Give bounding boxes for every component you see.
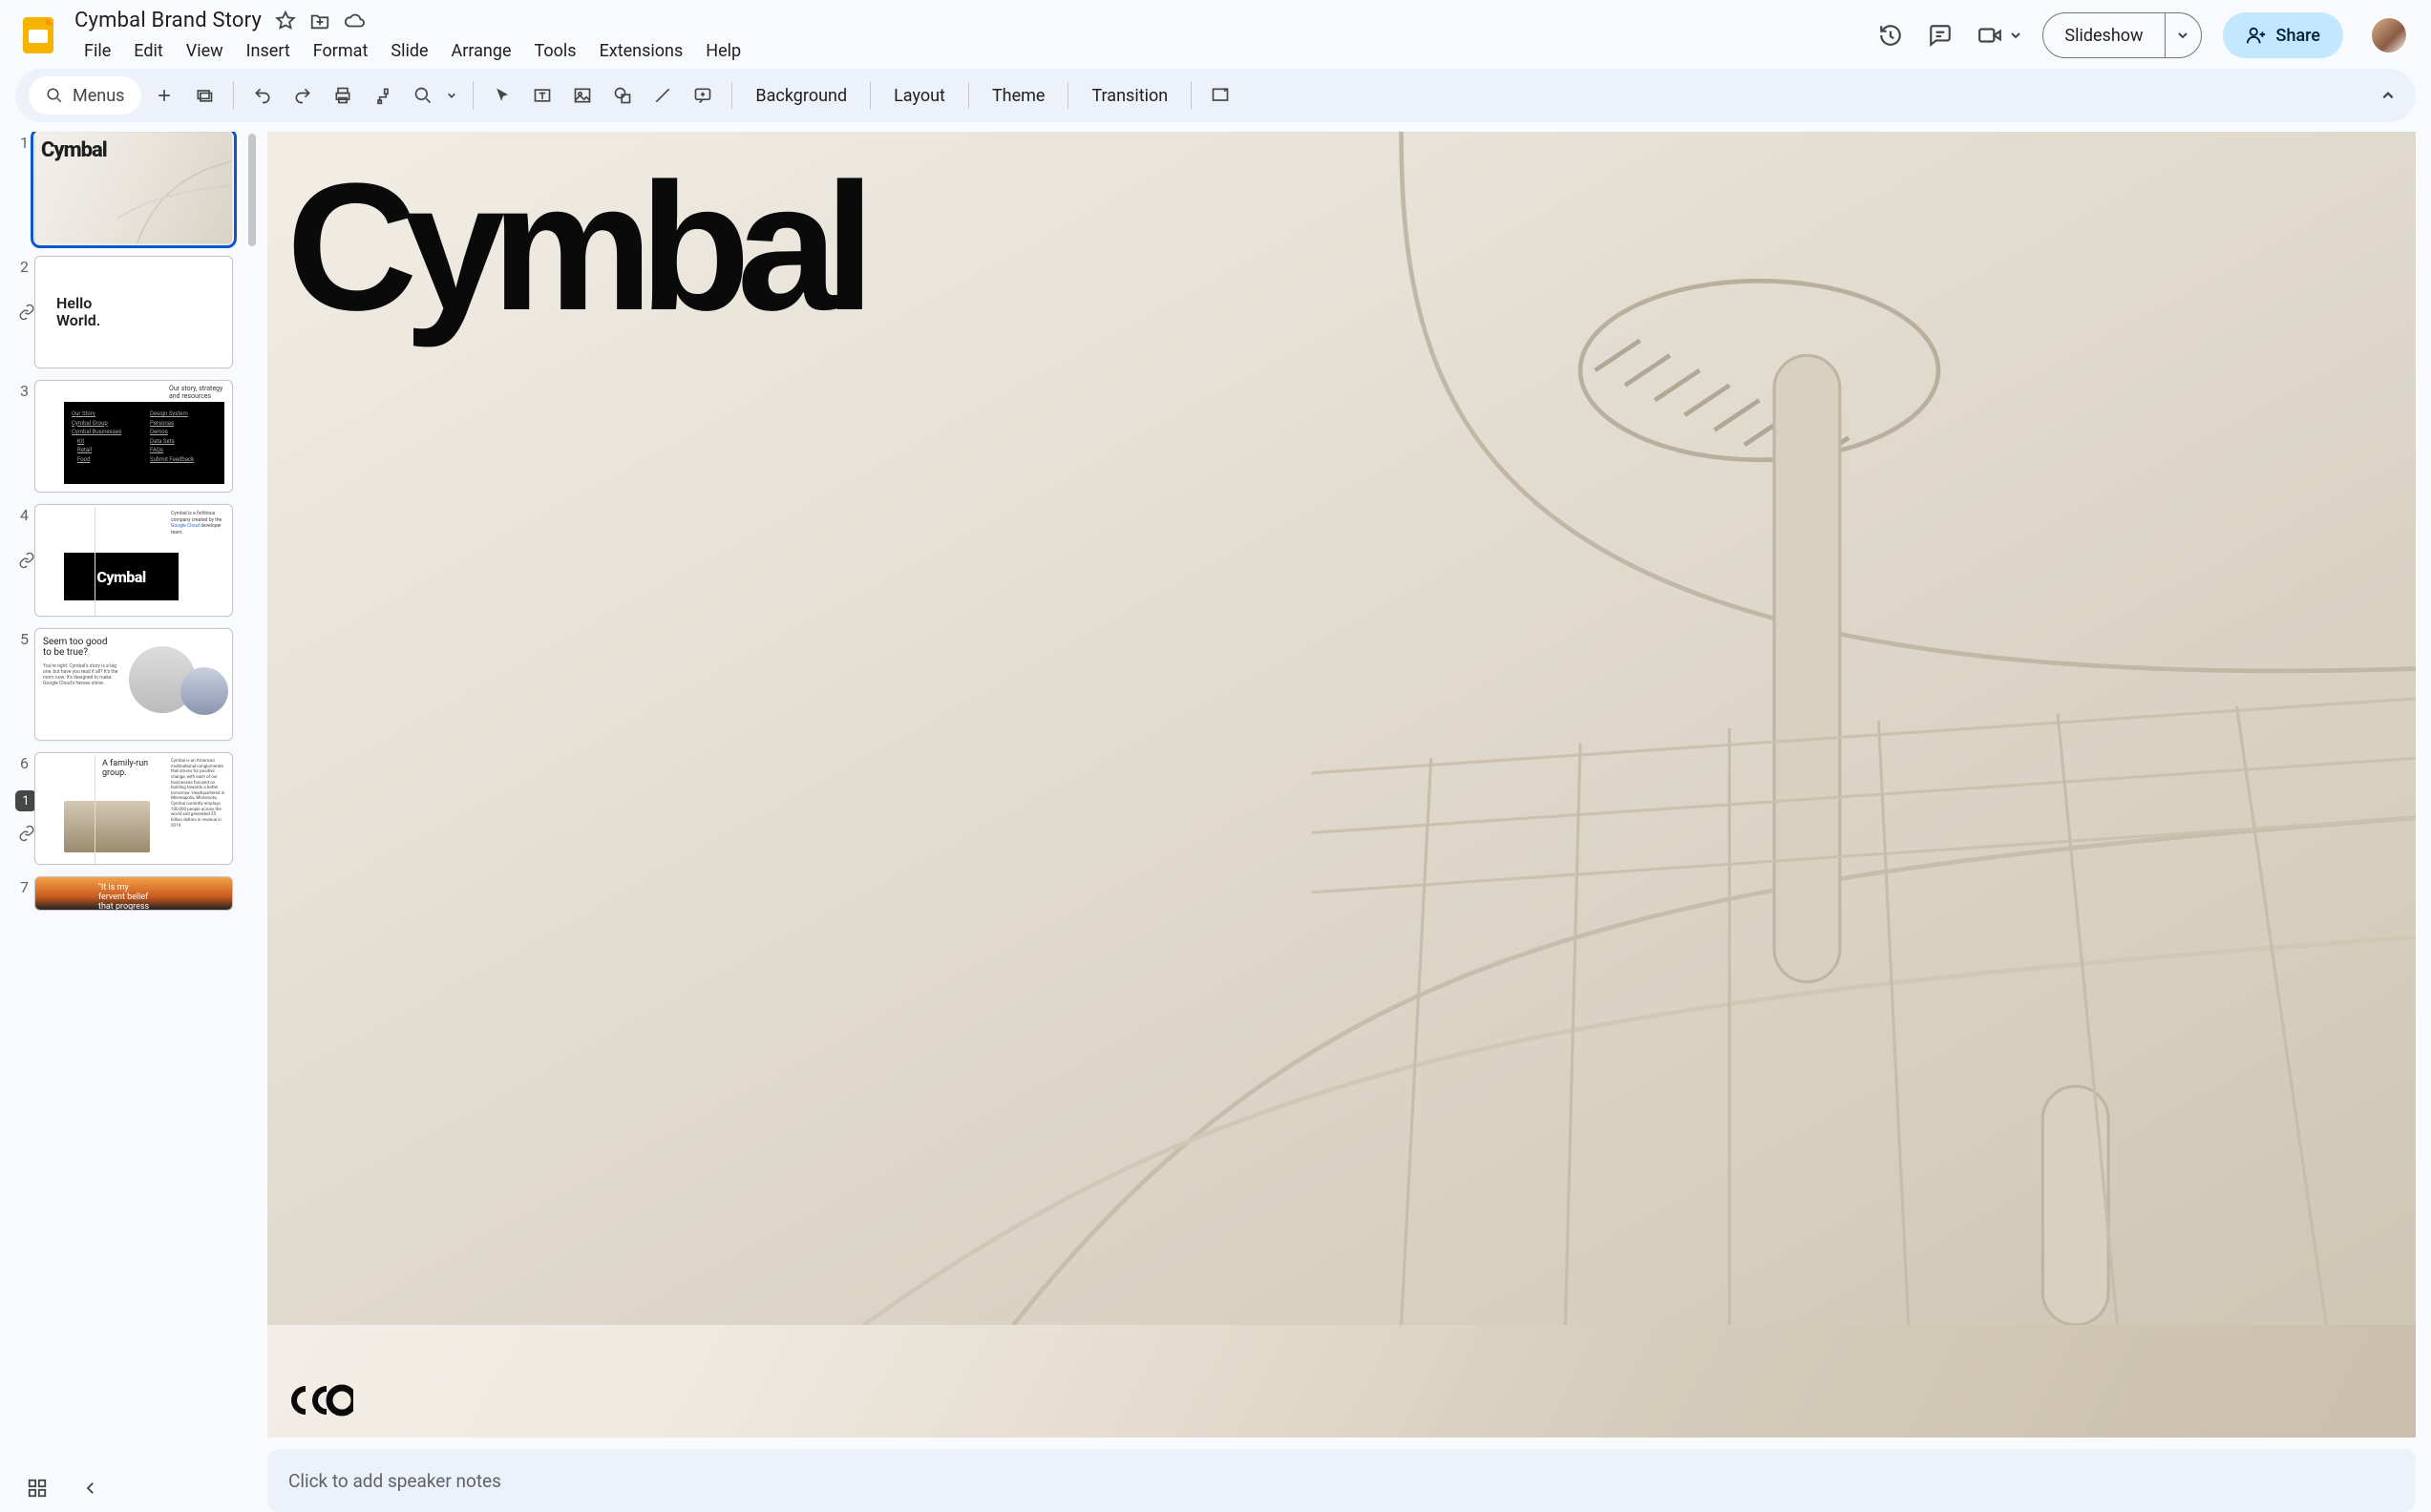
account-avatar[interactable] bbox=[2370, 16, 2408, 54]
slideshow-button[interactable]: Slideshow bbox=[2043, 13, 2164, 57]
slideshow-split-button: Slideshow bbox=[2042, 12, 2201, 58]
menus-label: Menus bbox=[73, 86, 124, 106]
transition-button[interactable]: Transition bbox=[1080, 78, 1179, 113]
comments-icon[interactable] bbox=[1926, 21, 1955, 50]
speaker-notes-placeholder: Click to add speaker notes bbox=[288, 1470, 501, 1492]
redo-button[interactable] bbox=[285, 78, 320, 113]
grid-view-button[interactable] bbox=[25, 1476, 50, 1501]
link-icon bbox=[17, 824, 36, 843]
slide-thumbnail-2[interactable]: Hello World. bbox=[34, 256, 233, 368]
line-tool[interactable] bbox=[645, 78, 680, 113]
thumb-number: 2 bbox=[10, 256, 29, 276]
undo-button[interactable] bbox=[245, 78, 280, 113]
slide-canvas[interactable]: Cymbal bbox=[267, 132, 2416, 1438]
filmstrip-scrollbar[interactable] bbox=[248, 134, 256, 246]
new-slide-button[interactable] bbox=[147, 78, 181, 113]
share-label: Share bbox=[2276, 26, 2320, 46]
thumb-number: 7 bbox=[10, 876, 29, 896]
share-button[interactable]: Share bbox=[2223, 12, 2343, 58]
collapse-toolbar-button[interactable] bbox=[2374, 81, 2402, 110]
slide-thumbnail-1[interactable]: Cymbal bbox=[34, 132, 233, 244]
speaker-notes[interactable]: Click to add speaker notes bbox=[267, 1449, 2416, 1512]
chevron-down-icon bbox=[2010, 30, 2021, 41]
thumb-title: A family-run group. bbox=[102, 759, 148, 778]
layout-button[interactable]: Layout bbox=[882, 78, 957, 113]
move-icon[interactable] bbox=[309, 10, 330, 32]
slide-thumbnail-3[interactable]: Our story, strategy and resources Our St… bbox=[34, 380, 233, 493]
slide-footer-mark[interactable] bbox=[286, 1384, 353, 1417]
print-button[interactable] bbox=[326, 78, 360, 113]
history-icon[interactable] bbox=[1876, 21, 1905, 50]
slides-app-icon[interactable] bbox=[13, 10, 63, 60]
background-button[interactable]: Background bbox=[744, 78, 858, 113]
thumb-title: "It is my fervent belief that progress bbox=[41, 883, 226, 911]
thumb-title: Hello World. bbox=[56, 295, 100, 328]
thumb-title: Seem too good to be true? bbox=[43, 637, 108, 658]
star-icon[interactable] bbox=[275, 10, 296, 32]
thumb-title: Cymbal bbox=[41, 138, 107, 162]
thumb-number: 4 bbox=[10, 504, 29, 524]
collapse-filmstrip-button[interactable] bbox=[78, 1476, 103, 1501]
thumb-number: 1 bbox=[10, 132, 29, 152]
link-icon bbox=[17, 551, 36, 570]
slide-thumbnail-6[interactable]: A family-run group. Cymbal is an America… bbox=[34, 752, 233, 865]
slide-thumbnail-4[interactable]: Cymbal Cymbal is a fictitious company cr… bbox=[34, 504, 233, 617]
theme-button[interactable]: Theme bbox=[981, 78, 1057, 113]
textbox-tool[interactable] bbox=[525, 78, 560, 113]
zoom-button[interactable] bbox=[406, 78, 440, 113]
image-tool[interactable] bbox=[565, 78, 600, 113]
explore-button[interactable] bbox=[1203, 78, 1237, 113]
share-person-icon bbox=[2246, 25, 2267, 46]
cloud-saved-icon[interactable] bbox=[344, 10, 365, 32]
select-tool[interactable] bbox=[485, 78, 519, 113]
thumb-number: 6 bbox=[10, 752, 29, 772]
toolbar: Menus Background Layout Theme Transition bbox=[15, 69, 2416, 122]
meet-button[interactable] bbox=[1976, 21, 2021, 50]
thumb-number: 5 bbox=[10, 628, 29, 648]
paint-format-button[interactable] bbox=[366, 78, 400, 113]
slide-brand-title[interactable]: Cymbal bbox=[286, 166, 861, 329]
shape-tool[interactable] bbox=[605, 78, 640, 113]
slide-thumbnail-5[interactable]: Seem too good to be true? You're right. … bbox=[34, 628, 233, 741]
title-bar: Cymbal Brand Story File Edit View Insert… bbox=[0, 0, 2431, 61]
comment-tool[interactable] bbox=[686, 78, 720, 113]
thumb-title: Cymbal bbox=[64, 553, 179, 600]
filmstrip-footer bbox=[10, 1466, 258, 1512]
slide-thumbnail-7[interactable]: "It is my fervent belief that progress bbox=[34, 876, 233, 911]
zoom-caret[interactable] bbox=[442, 78, 461, 113]
document-title[interactable]: Cymbal Brand Story bbox=[74, 9, 262, 32]
thumb-title: Our story, strategy and resources bbox=[169, 385, 226, 400]
link-icon bbox=[17, 303, 36, 322]
new-slide-with-layout-button[interactable] bbox=[187, 78, 222, 113]
filmstrip: 1 Cymbal 2 Hello World. 3 Our story, str… bbox=[10, 132, 258, 1512]
search-icon bbox=[46, 87, 63, 104]
comment-count-badge[interactable]: 1 bbox=[15, 790, 36, 811]
search-menus[interactable]: Menus bbox=[29, 76, 141, 115]
video-icon bbox=[1976, 21, 2004, 50]
slideshow-caret[interactable] bbox=[2165, 13, 2201, 57]
thumb-number: 3 bbox=[10, 380, 29, 400]
